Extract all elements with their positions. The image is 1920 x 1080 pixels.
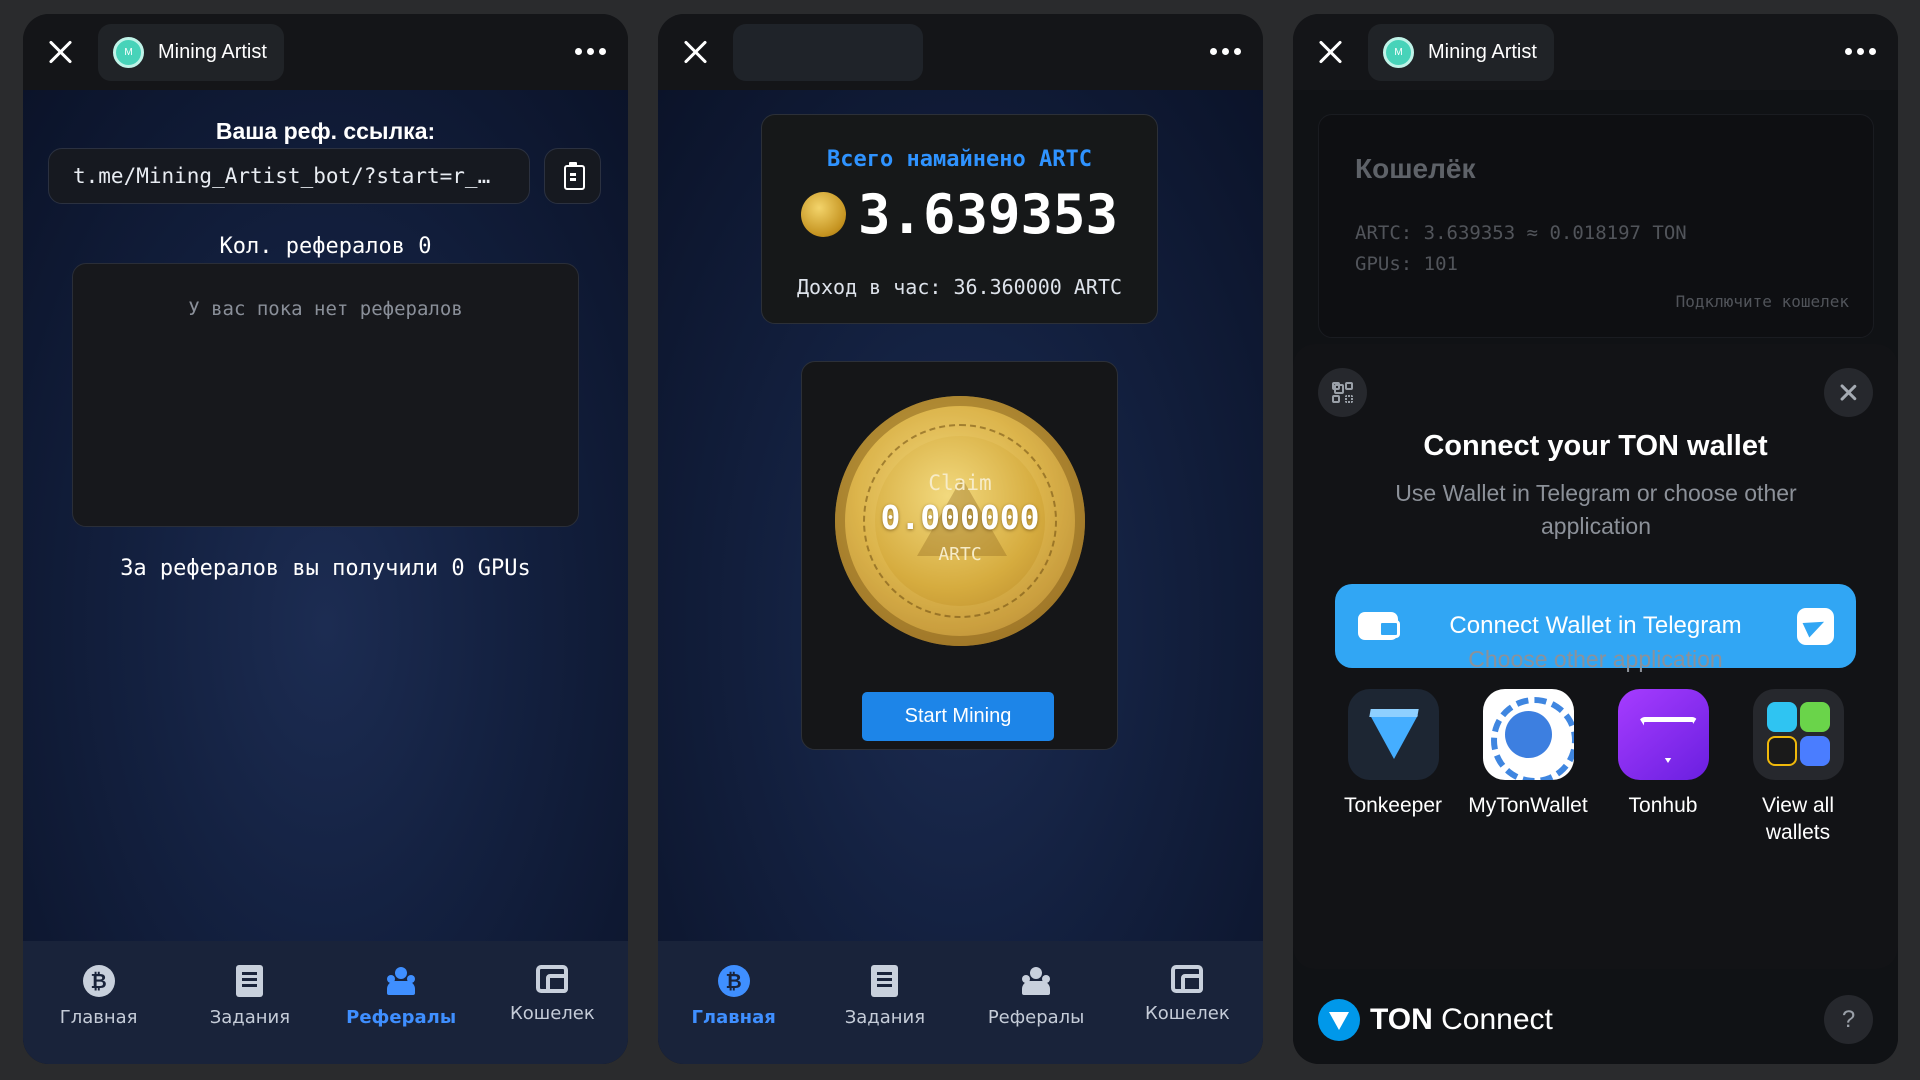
tonhub-icon [1617, 689, 1709, 780]
qr-code-icon [1332, 382, 1340, 390]
wallet-icon [536, 965, 569, 993]
nav-wallet-label: Кошелек [509, 1003, 595, 1024]
nav-home[interactable]: ₿ Главная [658, 965, 809, 1064]
app-title: Mining Artist [158, 41, 267, 63]
nav-home[interactable]: ₿ Главная [23, 965, 174, 1064]
nav-referrals[interactable]: Рефералы [961, 965, 1112, 1064]
nav-referrals-label: Рефералы [987, 1007, 1085, 1028]
wallets-grid-icon [1752, 689, 1844, 780]
wallet-app-label: Tonhub [1628, 794, 1698, 817]
more-icon[interactable] [575, 48, 606, 55]
connect-telegram-wallet-label: Connect Wallet in Telegram [1449, 612, 1742, 639]
people-icon [385, 965, 417, 997]
claim-value: 0.000000 [880, 498, 1040, 537]
bitcoin-icon: ₿ [82, 965, 115, 997]
ton-connect-brand-bold: TON [1370, 1003, 1433, 1036]
claim-unit: ARTC [938, 544, 982, 565]
close-icon[interactable] [47, 39, 73, 65]
ton-connect-brand: TON Connect [1318, 999, 1553, 1041]
total-mined-card: Всего намайнено ARTC 3.639353 Доход в ча… [761, 114, 1158, 324]
nav-referrals[interactable]: Рефералы [326, 965, 477, 1064]
copy-link-button[interactable] [544, 148, 601, 204]
claim-coin[interactable]: Claim 0.000000 ARTC [835, 396, 1085, 646]
mytonwallet-icon [1482, 689, 1574, 780]
bitcoin-icon: ₿ [717, 965, 750, 997]
bottom-nav: ₿ Главная Задания Рефералы Кошелек [23, 941, 628, 1064]
modal-close-button[interactable] [1824, 368, 1873, 417]
wallet-app-label: MyTonWallet [1468, 794, 1588, 817]
ref-link-field[interactable]: t.me/Mining_Artist_bot/?start=r_… [48, 148, 530, 204]
nav-wallet-label: Кошелек [1144, 1003, 1230, 1024]
nav-tasks-label: Задания [844, 1007, 926, 1028]
referral-earned-text: За рефералов вы получили 0 GPUs [120, 556, 531, 581]
app-title-pill[interactable]: M Mining Artist [1368, 24, 1554, 81]
nav-wallet[interactable]: Кошелек [477, 965, 628, 1064]
choose-app-label: Choose other application [1468, 646, 1723, 672]
document-icon [871, 965, 899, 997]
more-icon[interactable] [1210, 48, 1241, 55]
ref-link-title: Ваша реф. ссылка: [215, 118, 436, 144]
view-all-wallets[interactable]: View all wallets [1733, 689, 1863, 846]
claim-label: Claim [928, 471, 992, 495]
nav-wallet[interactable]: Кошелек [1112, 965, 1263, 1064]
wallet-icon [1171, 965, 1204, 993]
nav-tasks[interactable]: Задания [174, 965, 325, 1064]
qr-code-button[interactable] [1318, 368, 1367, 417]
wallet-app-tonhub[interactable]: Tonhub [1598, 689, 1728, 846]
more-icon[interactable] [1845, 48, 1876, 55]
modal-title: Connect your TON wallet [1423, 430, 1768, 462]
total-mined-value: 3.639353 [857, 183, 1119, 246]
nav-tasks[interactable]: Задания [809, 965, 960, 1064]
people-icon [1020, 965, 1052, 997]
close-icon[interactable] [1317, 39, 1343, 65]
modal-subtitle: Use Wallet in Telegram or choose other a… [1395, 480, 1797, 539]
document-icon [236, 965, 264, 997]
wallet-app-label: View all wallets [1762, 794, 1834, 844]
tonkeeper-icon [1347, 689, 1439, 780]
telegram-icon [1797, 608, 1834, 645]
coin-icon [800, 192, 846, 237]
ton-logo-icon [1318, 999, 1360, 1041]
wallet-screen: M Mining Artist Кошелёк ARTC: 3.639353 ≈… [1293, 14, 1898, 1064]
start-mining-button[interactable]: Start Mining [862, 692, 1054, 741]
total-mined-row: 3.639353 [762, 183, 1157, 246]
ton-connect-modal: Connect your TON wallet Use Wallet in Te… [1293, 344, 1898, 969]
app-title-pill[interactable] [733, 24, 923, 81]
wallet-app-mytonwallet[interactable]: MyTonWallet [1463, 689, 1593, 846]
webapp-header: M Mining Artist [1293, 14, 1898, 90]
close-icon[interactable] [682, 39, 708, 65]
wallet-app-label: Tonkeeper [1343, 794, 1443, 817]
mining-card: Claim 0.000000 ARTC Start Mining [801, 361, 1118, 750]
wallet-apps-list: Tonkeeper MyTonWallet Tonhub View all wa… [1328, 689, 1863, 846]
referrals-screen: M Mining Artist Ваша реф. ссылка: t.me/M… [23, 14, 628, 1064]
nav-referrals-label: Рефералы [346, 1007, 457, 1028]
help-button[interactable]: ? [1824, 995, 1873, 1044]
app-avatar: M [113, 37, 144, 68]
wallet-app-tonkeeper[interactable]: Tonkeeper [1328, 689, 1458, 846]
webapp-header: M Mining Artist [23, 14, 628, 90]
webapp-header [658, 14, 1263, 90]
nav-tasks-label: Задания [209, 1007, 291, 1028]
bottom-nav: ₿ Главная Задания Рефералы Кошелек [658, 941, 1263, 1064]
nav-home-label: Главная [59, 1007, 138, 1028]
app-avatar: M [1383, 37, 1414, 68]
home-screen: Всего намайнено ARTC 3.639353 Доход в ча… [658, 14, 1263, 1064]
app-title: Mining Artist [1428, 41, 1537, 63]
app-title-pill[interactable]: M Mining Artist [98, 24, 284, 81]
ton-connect-brand-rest: Connect [1432, 1003, 1553, 1036]
referral-empty-text: У вас пока нет рефералов [188, 298, 463, 320]
nav-home-label: Главная [691, 1007, 776, 1028]
hourly-income: Доход в час: 36.360000 ARTC [796, 275, 1123, 299]
referral-count: Кол. рефералов 0 [219, 234, 432, 259]
total-mined-title: Всего намайнено ARTC [827, 147, 1092, 172]
wallet-icon [1358, 612, 1400, 640]
